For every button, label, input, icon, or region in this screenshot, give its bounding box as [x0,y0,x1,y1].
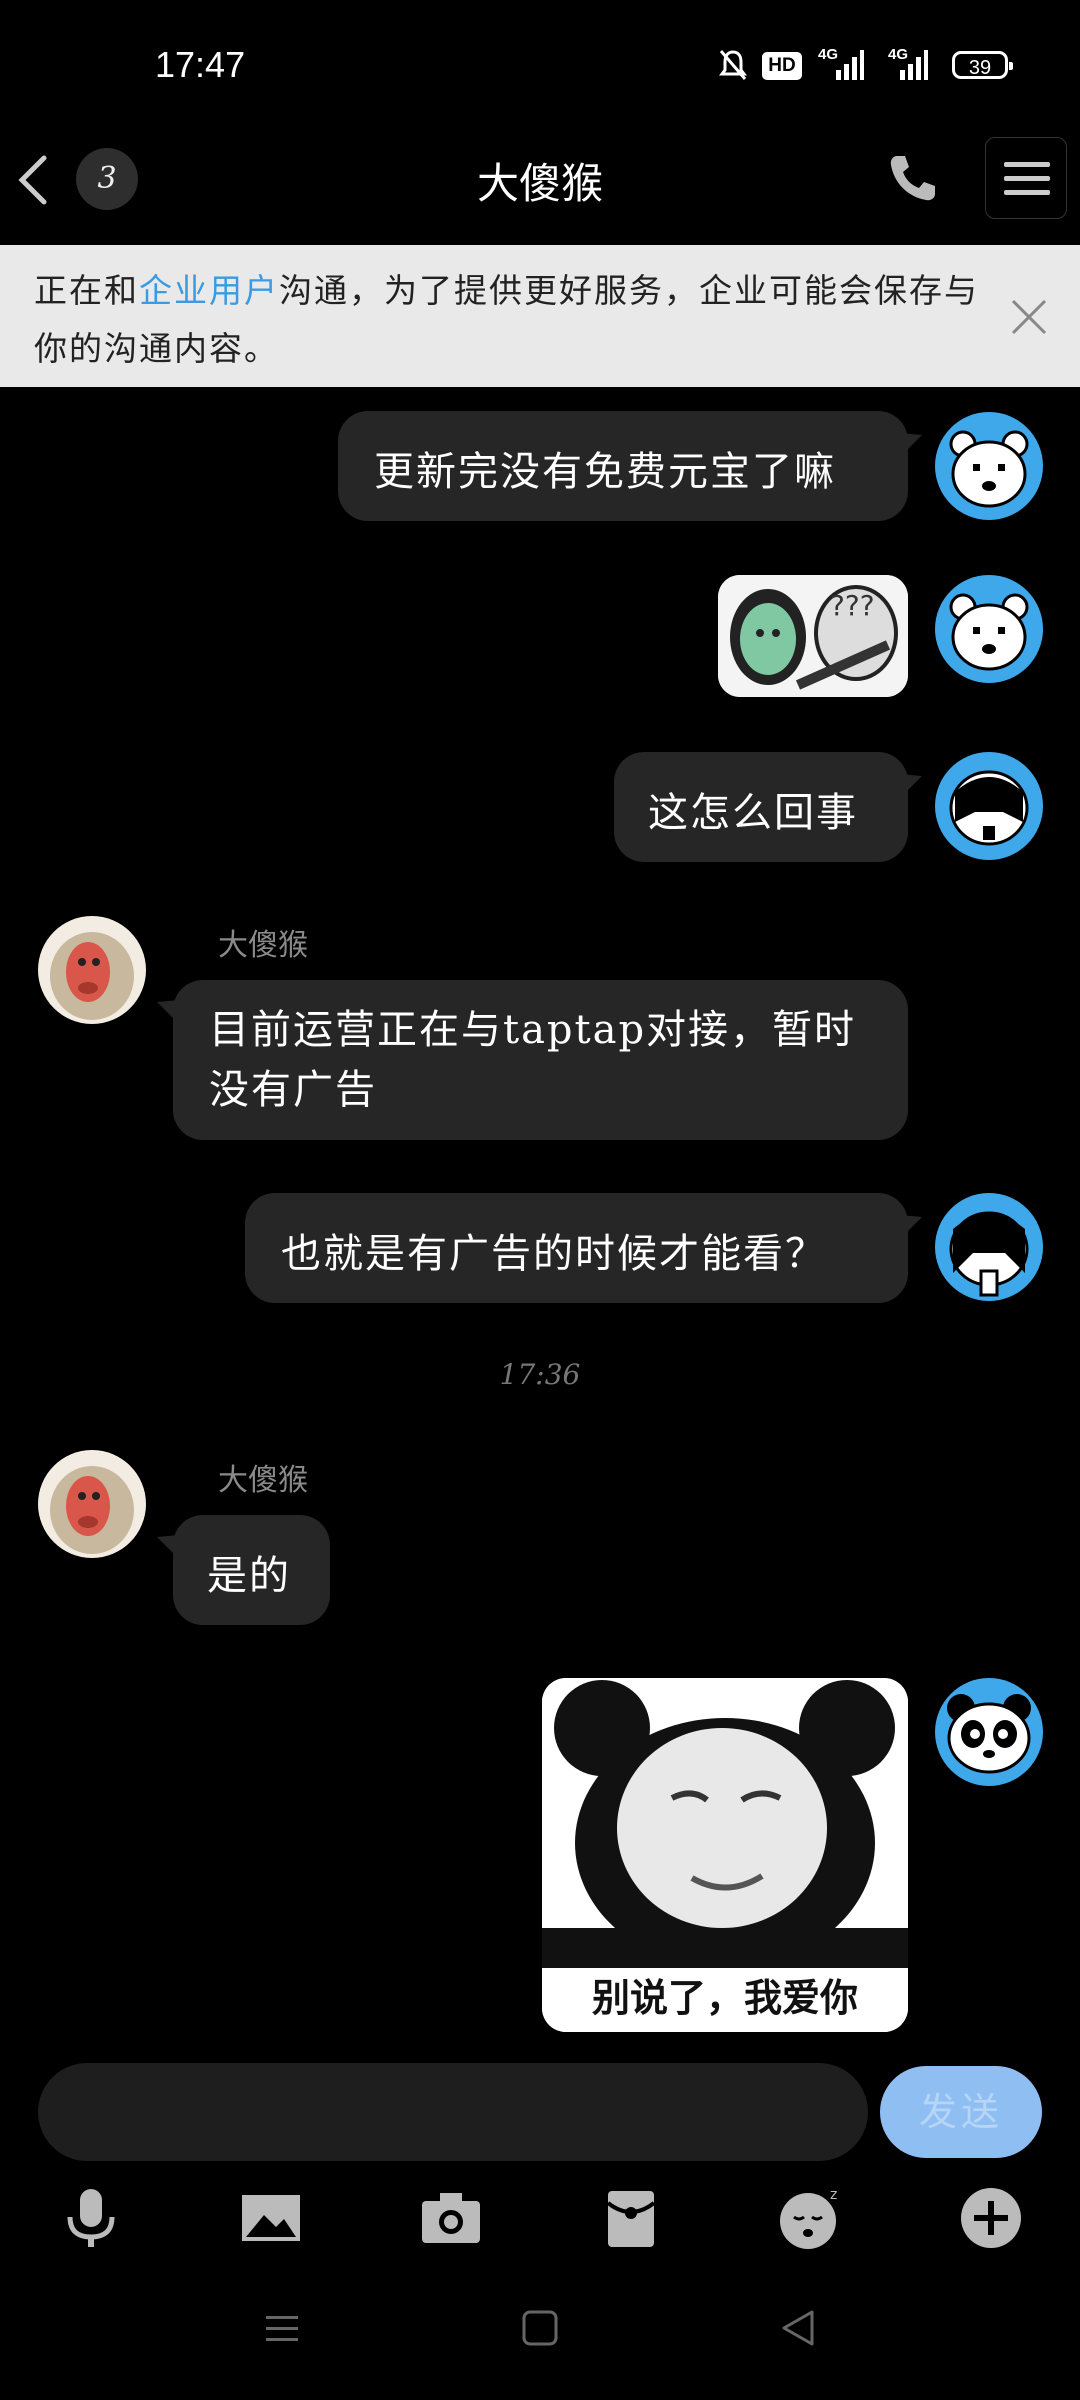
message-text: 也就是有广告的时候才能看？ [281,1231,827,1277]
unread-count-badge[interactable]: 3 [76,148,138,210]
monkey-avatar-icon [38,1450,146,1558]
message-bubble[interactable]: 也就是有广告的时候才能看？ [245,1193,908,1303]
composer-toolbar [0,2170,1080,2280]
message-timestamp: 17:36 [499,1358,581,1391]
panda-avatar-icon [935,1193,1043,1301]
close-icon[interactable] [1005,293,1053,341]
monkey-avatar-icon [38,916,146,1024]
signal-icon-2 [900,50,928,80]
avatar[interactable] [935,752,1043,860]
panda-meme-sticker-love [542,1678,908,1968]
message-bubble[interactable]: 是的 [173,1515,330,1625]
plus-icon[interactable] [958,2185,1024,2251]
message-bubble[interactable]: 更新完没有免费元宝了嘛 [338,411,908,521]
hd-icon: HD [762,52,802,80]
image-icon[interactable] [238,2185,304,2251]
avatar[interactable] [935,575,1043,683]
notice-prefix: 正在和 [34,271,139,310]
sticker-caption: 别说了，我爱你 [542,1968,908,2032]
panda-meme-sticker-small: ??? [718,575,908,697]
panda-face-avatar-icon [935,1678,1043,1786]
signal-icon [836,50,864,80]
avatar[interactable] [935,1678,1043,1786]
battery-icon: 39 [952,51,1013,79]
sticker-message[interactable]: 别说了，我爱你 [542,1678,908,2032]
message-text: 是的 [207,1553,291,1599]
emoji-icon[interactable]: z [778,2185,844,2251]
message-bubble[interactable]: 这怎么回事 [614,752,908,862]
avatar[interactable] [38,1450,146,1558]
message-text: 这怎么回事 [648,790,858,836]
back-nav-icon[interactable] [778,2308,818,2348]
svg-text:???: ??? [830,589,875,622]
message-text: 更新完没有免费元宝了嘛 [374,449,836,495]
notice-text: 正在和企业用户沟通，为了提供更好服务，企业可能会保存与你的沟通内容。 [34,262,994,378]
sticker-message[interactable]: ??? [718,575,908,697]
panda-avatar-icon [935,752,1043,860]
mute-bell-icon [719,50,747,80]
back-arrow-icon[interactable] [12,150,56,210]
sender-name: 大傻猴 [218,1463,308,1498]
phone-icon[interactable] [885,150,941,206]
polar-bear-avatar-icon [935,412,1043,520]
message-input[interactable] [38,2063,868,2161]
status-time: 17:47 [155,44,246,85]
sender-name: 大傻猴 [218,928,308,963]
camera-icon[interactable] [418,2185,484,2251]
send-button[interactable]: 发送 [880,2066,1042,2158]
home-nav-icon[interactable] [520,2308,560,2348]
polar-bear-avatar-icon [935,575,1043,683]
red-packet-icon[interactable] [598,2185,664,2251]
avatar[interactable] [935,1193,1043,1301]
chat-title: 大傻猴 [476,159,603,208]
recents-nav-icon[interactable] [262,2308,302,2348]
avatar[interactable] [935,412,1043,520]
svg-text:z: z [830,2187,837,2203]
hamburger-icon [1004,162,1050,195]
menu-button[interactable] [985,137,1067,219]
enterprise-user-link[interactable]: 企业用户 [139,271,279,310]
message-text: 目前运营正在与taptap对接，暂时没有广告 [209,1007,857,1113]
microphone-icon[interactable] [58,2185,124,2251]
message-bubble[interactable]: 目前运营正在与taptap对接，暂时没有广告 [173,980,908,1140]
avatar[interactable] [38,916,146,1024]
